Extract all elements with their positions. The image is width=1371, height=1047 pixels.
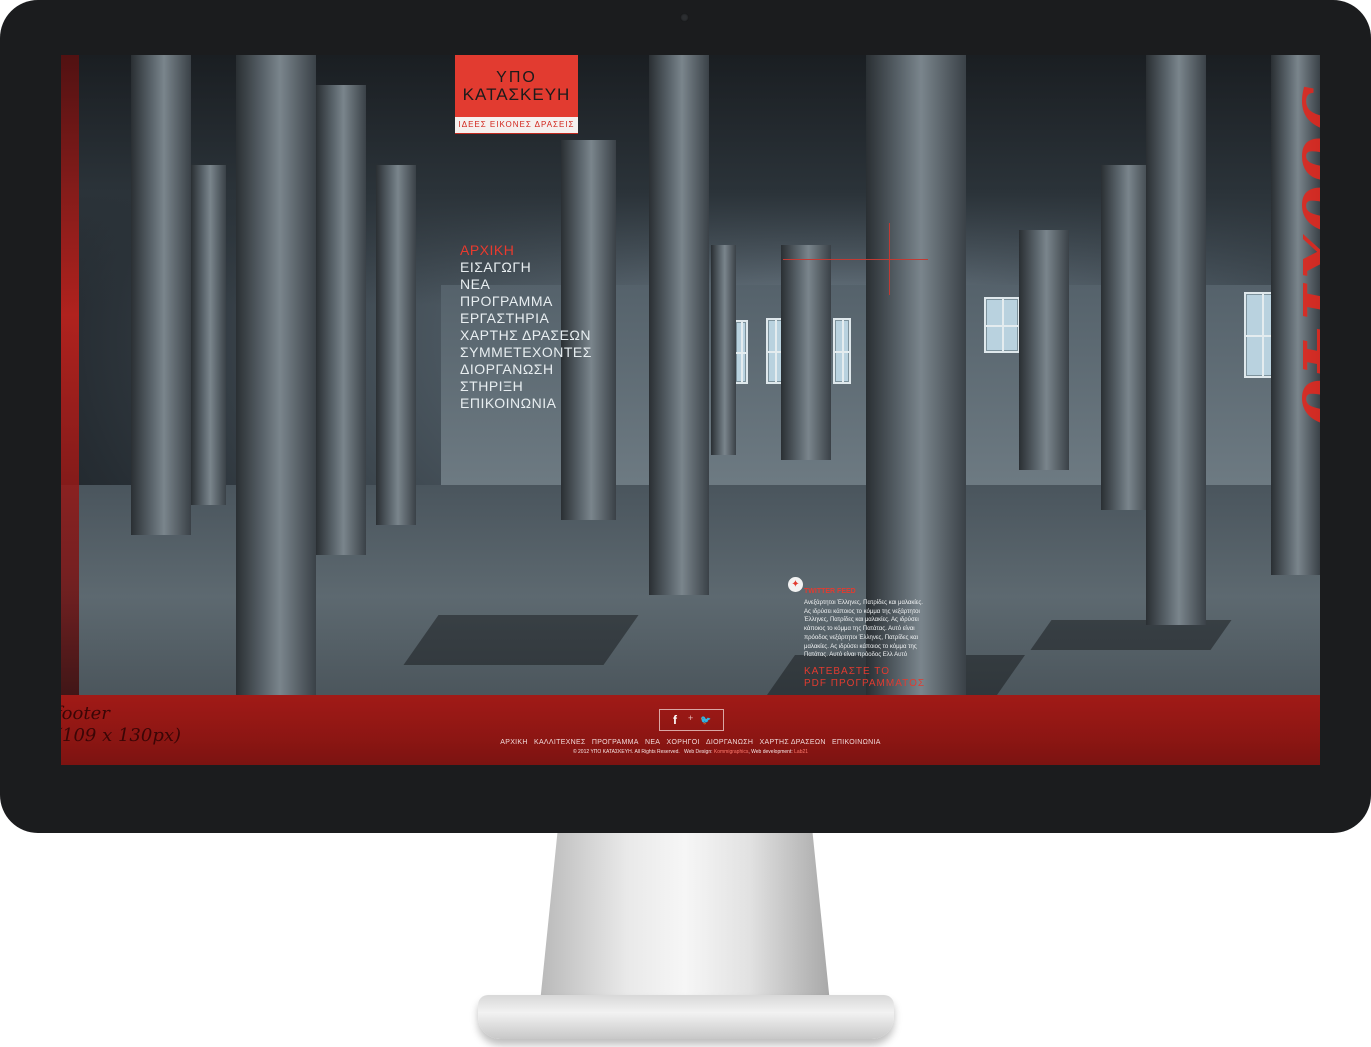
- footer-link-sponsors[interactable]: ΧΟΡΗΓΟΙ: [667, 739, 700, 746]
- footer-link-organization[interactable]: ΔΙΟΡΓΑΝΩΣΗ: [706, 739, 753, 746]
- web-development-credit-link[interactable]: Lab21: [794, 749, 808, 755]
- nav-item-news[interactable]: ΝΕΑ: [460, 276, 592, 293]
- footer-copyright: © 2012 ΥΠΟ ΚΑΤΑΣΚΕΥΗ. All Rights Reserve…: [572, 749, 809, 755]
- crosshair-horizontal: [783, 259, 928, 260]
- copyright-text: © 2012 ΥΠΟ ΚΑΤΑΣΚΕΥΗ. All Rights Reserve…: [572, 749, 680, 755]
- nav-item-home[interactable]: ΑΡΧΙΚΗ: [460, 242, 592, 259]
- footer-scribble-line-1: footer: [61, 703, 110, 724]
- background-pillar: [376, 165, 416, 525]
- web-design-credit-link[interactable]: Kommigraphics: [714, 749, 748, 755]
- web-design-label: Web Design:: [683, 749, 713, 755]
- footer-link-artists[interactable]: ΚΑΛΛΙΤΕΧΝΕΣ: [534, 739, 586, 746]
- logo-line-1: ΥΠΟ: [496, 69, 537, 86]
- background-pillar: [131, 55, 191, 535]
- monitor-stand-base: [478, 995, 894, 1039]
- download-link-line-1: ΚΑΤΕΒΑΣΤΕ ΤΟ: [804, 666, 890, 677]
- camera-icon: [680, 13, 689, 22]
- background-pillar: [781, 245, 831, 460]
- background-pillar: [711, 245, 736, 455]
- facebook-icon[interactable]: f: [667, 712, 683, 728]
- tweet-text: Ανεξάρτητοι Έλληνες, Πατρίδες και μαλακί…: [804, 600, 923, 659]
- background-pillar: [316, 85, 366, 555]
- nav-item-program[interactable]: ΠΡΟΓΡΑΜΜΑ: [460, 293, 592, 310]
- website-screen: 960x140 ΥΠΟ ΚΑΤΑΣΚΕΥΗ ΙΔΕΕΣ ΕΙΚΟΝΕΣ ΔΡΑΣ…: [61, 55, 1320, 765]
- background-window: [984, 297, 1020, 353]
- site-logo[interactable]: ΥΠΟ ΚΑΤΑΣΚΕΥΗ ΙΔΕΕΣ ΕΙΚΟΝΕΣ ΔΡΑΣΕΙΣ: [455, 55, 578, 134]
- site-footer: footer (109 x 130px) f + 🐦 ΑΡΧΙΚΗ ΚΑΛΛΙΤ…: [61, 695, 1320, 765]
- background-pillar: [1101, 165, 1151, 510]
- monitor-bezel: 960x140 ΥΠΟ ΚΑΤΑΣΚΕΥΗ ΙΔΕΕΣ ΕΙΚΟΝΕΣ ΔΡΑΣ…: [0, 0, 1371, 833]
- background-pillar: [649, 55, 709, 595]
- nav-item-actions-map[interactable]: ΧΑΡΤΗΣ ΔΡΑΣΕΩΝ: [460, 327, 592, 344]
- social-links: f + 🐦: [659, 709, 724, 731]
- nav-item-intro[interactable]: ΕΙΣΑΓΩΓΗ: [460, 259, 592, 276]
- twitter-bird-icon: ✦: [788, 577, 803, 592]
- footer-link-program[interactable]: ΠΡΟΓΡΑΜΜΑ: [592, 739, 639, 746]
- floor-shadow: [403, 615, 639, 665]
- twitter-icon[interactable]: 🐦: [698, 712, 714, 728]
- logo-tagline: ΙΔΕΕΣ ΕΙΚΟΝΕΣ ΔΡΑΣΕΙΣ: [455, 117, 578, 133]
- footer-link-actions-map[interactable]: ΧΑΡΤΗΣ ΔΡΑΣΕΩΝ: [760, 739, 826, 746]
- download-program-pdf-link[interactable]: ΚΑΤΕΒΑΣΤΕ ΤΟ PDF ΠΡΟΓΡΑΜΜΑΤΟΣ: [804, 666, 925, 690]
- download-link-line-2: PDF ΠΡΟΓΡΑΜΜΑΤΟΣ: [804, 678, 926, 689]
- background-pillar: [1146, 55, 1206, 625]
- nav-item-workshops[interactable]: ΕΡΓΑΣΤΗΡΙΑ: [460, 310, 592, 327]
- red-paint-edge: [61, 55, 79, 705]
- background-pillar: [1019, 230, 1069, 470]
- plus-separator-icon: +: [688, 713, 694, 723]
- footer-links: ΑΡΧΙΚΗ ΚΑΛΛΙΤΕΧΝΕΣ ΠΡΟΓΡΑΜΜΑ ΝΕΑ ΧΟΡΗΓΟΙ…: [61, 739, 1320, 746]
- dimension-scribble: 960x140: [1286, 85, 1320, 429]
- footer-link-home[interactable]: ΑΡΧΙΚΗ: [500, 739, 527, 746]
- nav-item-organization[interactable]: ΔΙΟΡΓΑΝΩΣΗ: [460, 361, 592, 378]
- main-navigation: ΑΡΧΙΚΗ ΕΙΣΑΓΩΓΗ ΝΕΑ ΠΡΟΓΡΑΜΜΑ ΕΡΓΑΣΤΗΡΙΑ…: [460, 242, 592, 412]
- footer-link-contact[interactable]: ΕΠΙΚΟΙΝΩΝΙΑ: [832, 739, 881, 746]
- monitor-stand-neck: [540, 833, 830, 1003]
- background-window: [734, 320, 748, 384]
- background-pillar: [236, 55, 316, 695]
- logo-line-2: ΚΑΤΑΣΚΕΥΗ: [462, 85, 571, 104]
- background-window: [833, 318, 851, 384]
- nav-item-support[interactable]: ΣΤΗΡΙΞΗ: [460, 378, 592, 395]
- footer-link-news[interactable]: ΝΕΑ: [645, 739, 660, 746]
- twitter-feed-title: TWITTER FEED: [804, 588, 856, 595]
- nav-item-contact[interactable]: ΕΠΙΚΟΙΝΩΝΙΑ: [460, 395, 592, 412]
- background-pillar: [191, 165, 226, 505]
- nav-item-participants[interactable]: ΣΥΜΜΕΤΕΧΟΝΤΕΣ: [460, 344, 592, 361]
- web-development-label: Web development:: [751, 749, 793, 755]
